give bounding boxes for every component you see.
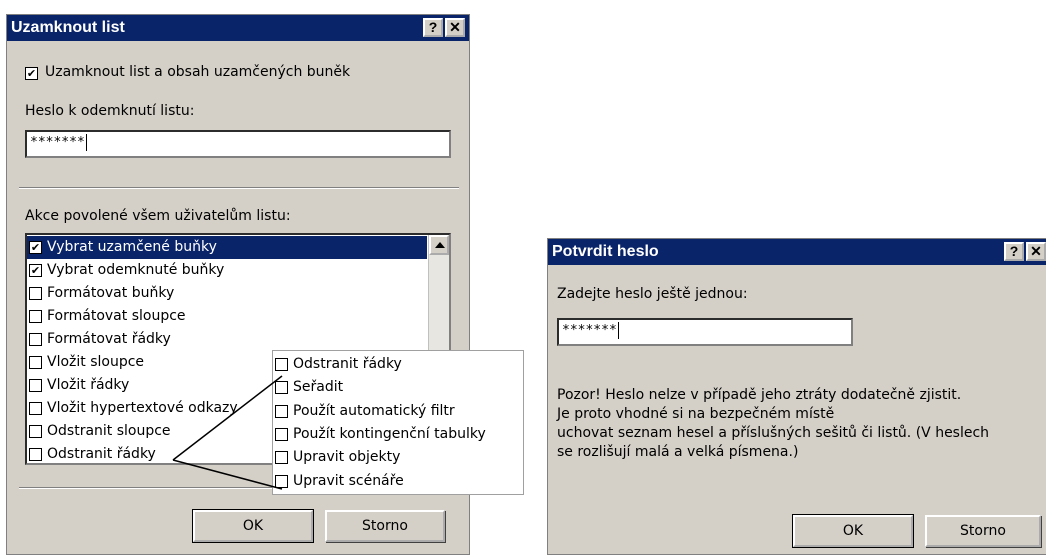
- item-checkbox[interactable]: [29, 448, 42, 461]
- list-item[interactable]: ✔ Vybrat uzamčené buňky: [27, 236, 427, 259]
- password-label: Heslo k odemknutí listu:: [25, 103, 195, 119]
- confirm-dialog-titlebar: Potvrdit heslo ? ✕: [548, 239, 1046, 265]
- warning-line-4: se rozlišují malá a velká písmena.): [557, 444, 799, 460]
- text-caret: [85, 134, 87, 151]
- item-label: Formátovat buňky: [47, 285, 175, 301]
- item-checkbox[interactable]: [275, 451, 288, 465]
- divider: [19, 187, 459, 189]
- cancel-button[interactable]: Storno: [325, 510, 445, 542]
- ok-button[interactable]: OK: [792, 514, 914, 548]
- item-label: Použít automatický filtr: [293, 402, 455, 419]
- item-label: Formátovat řádky: [47, 331, 171, 347]
- item-label: Upravit scénáře: [293, 472, 404, 489]
- item-checkbox[interactable]: [29, 287, 42, 300]
- list-item[interactable]: Formátovat buňky: [27, 282, 427, 305]
- lock-dialog-title: Uzamknout list: [11, 19, 125, 36]
- protect-sheet-label: Uzamknout list a obsah uzamčených buněk: [45, 64, 351, 80]
- allowed-actions-label: Akce povolené všem uživatelům listu:: [25, 208, 291, 224]
- warning-line-2: Je proto vhodné si na bezpečném místě: [557, 406, 835, 422]
- protect-sheet-checkbox[interactable]: ✔: [25, 67, 38, 80]
- extended-actions-list: Odstranit řádky Seřadit Použít automatický…: [272, 350, 524, 495]
- scroll-up-icon[interactable]: [429, 235, 449, 255]
- item-label: Upravit objekty: [293, 449, 401, 466]
- item-checkbox[interactable]: ✔: [29, 264, 42, 277]
- confirm-password-dialog: Potvrdit heslo ? ✕ Zadejte heslo ještě j…: [547, 238, 1046, 555]
- item-checkbox[interactable]: [29, 379, 42, 392]
- item-checkbox[interactable]: [275, 427, 288, 441]
- item-label: Použít kontingenční tabulky: [293, 425, 486, 442]
- help-button[interactable]: ?: [1004, 242, 1024, 261]
- item-checkbox[interactable]: [29, 356, 42, 369]
- item-checkbox[interactable]: ✔: [29, 241, 42, 254]
- list-item[interactable]: Formátovat sloupce: [27, 305, 427, 328]
- ok-button[interactable]: OK: [192, 509, 314, 543]
- close-icon[interactable]: ✕: [1026, 242, 1046, 261]
- item-label: Vložit hypertextové odkazy: [47, 400, 238, 416]
- list-item[interactable]: Upravit scénáře: [273, 470, 523, 493]
- list-item[interactable]: Použít kontingenční tabulky: [273, 423, 523, 446]
- warning-line-3: uchovat seznam hesel a příslušných sešit…: [557, 425, 990, 441]
- item-label: Formátovat sloupce: [47, 308, 186, 324]
- list-item[interactable]: Odstranit řádky: [273, 353, 523, 376]
- list-item[interactable]: Formátovat řádky: [27, 328, 427, 351]
- item-checkbox[interactable]: [275, 474, 288, 488]
- item-label: Vybrat uzamčené buňky: [47, 239, 217, 255]
- list-item[interactable]: Seřadit: [273, 376, 523, 399]
- item-checkbox[interactable]: [275, 358, 288, 371]
- close-icon[interactable]: ✕: [445, 18, 465, 37]
- item-label: Seřadit: [293, 379, 344, 396]
- item-label: Odstranit řádky: [47, 446, 156, 462]
- item-checkbox[interactable]: [29, 425, 42, 438]
- item-checkbox[interactable]: [29, 333, 42, 346]
- confirm-dialog-title: Potvrdit heslo: [552, 243, 659, 260]
- warning-line-1: Pozor! Heslo nelze v případě jeho ztráty…: [557, 387, 962, 403]
- item-checkbox[interactable]: [275, 381, 288, 395]
- confirm-prompt-label: Zadejte heslo ještě jednou:: [557, 286, 748, 302]
- lock-dialog-titlebar: Uzamknout list ? ✕: [7, 15, 469, 41]
- item-label: Vložit řádky: [47, 377, 130, 393]
- item-checkbox[interactable]: [29, 310, 42, 323]
- item-label: Odstranit sloupce: [47, 423, 171, 439]
- item-label: Vybrat odemknuté buňky: [47, 262, 225, 278]
- help-button[interactable]: ?: [423, 18, 443, 37]
- list-item[interactable]: Použít automatický filtr: [273, 400, 523, 423]
- item-label: Odstranit řádky: [293, 356, 402, 372]
- item-label: Vložit sloupce: [47, 354, 145, 370]
- item-checkbox[interactable]: [29, 402, 42, 415]
- cancel-button[interactable]: Storno: [925, 515, 1041, 547]
- password-value: *******: [30, 135, 85, 150]
- confirm-password-field[interactable]: *******: [557, 318, 853, 346]
- item-checkbox[interactable]: [275, 404, 288, 418]
- confirm-password-value: *******: [562, 323, 617, 338]
- list-item[interactable]: ✔ Vybrat odemknuté buňky: [27, 259, 427, 282]
- list-item[interactable]: Upravit objekty: [273, 446, 523, 469]
- text-caret: [617, 322, 619, 339]
- password-field[interactable]: *******: [25, 130, 451, 158]
